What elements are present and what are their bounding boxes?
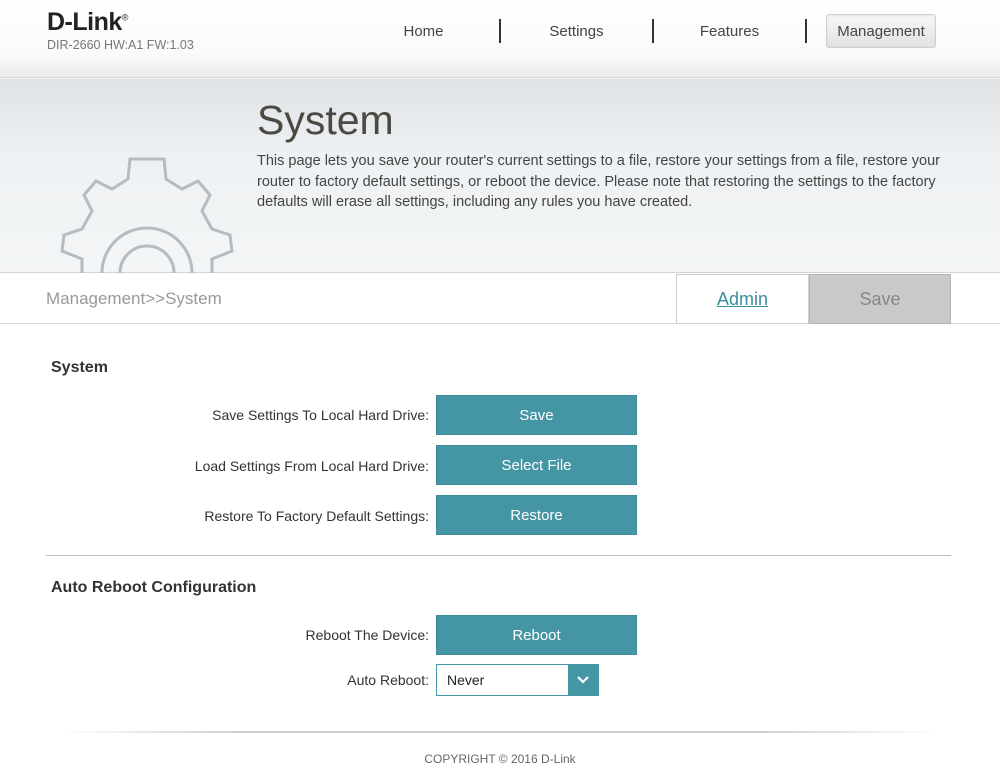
save-button-disabled[interactable]: Save: [809, 274, 951, 324]
breadcrumb-bar: Management>>System Admin Save: [0, 274, 1000, 324]
nav-features[interactable]: Features: [654, 14, 805, 48]
page-banner: System This page lets you save your rout…: [0, 79, 1000, 273]
restore-defaults-label: Restore To Factory Default Settings:: [204, 508, 429, 524]
nav-home[interactable]: Home: [348, 14, 499, 48]
page-title: System: [257, 97, 394, 143]
section-title-auto-reboot: Auto Reboot Configuration: [51, 579, 257, 596]
reboot-button[interactable]: Reboot: [436, 615, 637, 655]
breadcrumb: Management>>System: [46, 289, 222, 308]
section-title-system: System: [51, 359, 108, 376]
logo-text: D-Link: [47, 8, 122, 36]
dlink-logo[interactable]: D-Link®: [47, 8, 128, 37]
chevron-down-icon[interactable]: [568, 665, 598, 695]
device-model-info: DIR-2660 HW:A1 FW:1.03: [47, 38, 194, 52]
save-settings-label: Save Settings To Local Hard Drive:: [212, 407, 429, 423]
main-nav: Home Settings Features Management: [348, 14, 936, 48]
footer-divider: [60, 731, 940, 733]
auto-reboot-label: Auto Reboot:: [347, 672, 429, 688]
nav-settings[interactable]: Settings: [501, 14, 652, 48]
select-file-button[interactable]: Select File: [436, 445, 637, 485]
logo-registered-mark: ®: [121, 12, 129, 23]
reboot-device-label: Reboot The Device:: [305, 627, 429, 643]
admin-link-button[interactable]: Admin: [676, 274, 809, 324]
section-divider: [46, 555, 951, 556]
top-header: D-Link® DIR-2660 HW:A1 FW:1.03 Home Sett…: [0, 0, 1000, 78]
nav-management[interactable]: Management: [826, 14, 936, 48]
gear-icon: [60, 157, 234, 273]
page-description: This page lets you save your router's cu…: [257, 153, 940, 210]
save-settings-button[interactable]: Save: [436, 395, 637, 435]
nav-divider: [805, 19, 807, 43]
auto-reboot-value: Never: [447, 672, 485, 688]
copyright-text: COPYRIGHT © 2016 D-Link: [424, 752, 576, 766]
auto-reboot-select[interactable]: Never: [436, 664, 599, 696]
load-settings-label: Load Settings From Local Hard Drive:: [194, 458, 429, 474]
restore-button[interactable]: Restore: [436, 495, 637, 535]
